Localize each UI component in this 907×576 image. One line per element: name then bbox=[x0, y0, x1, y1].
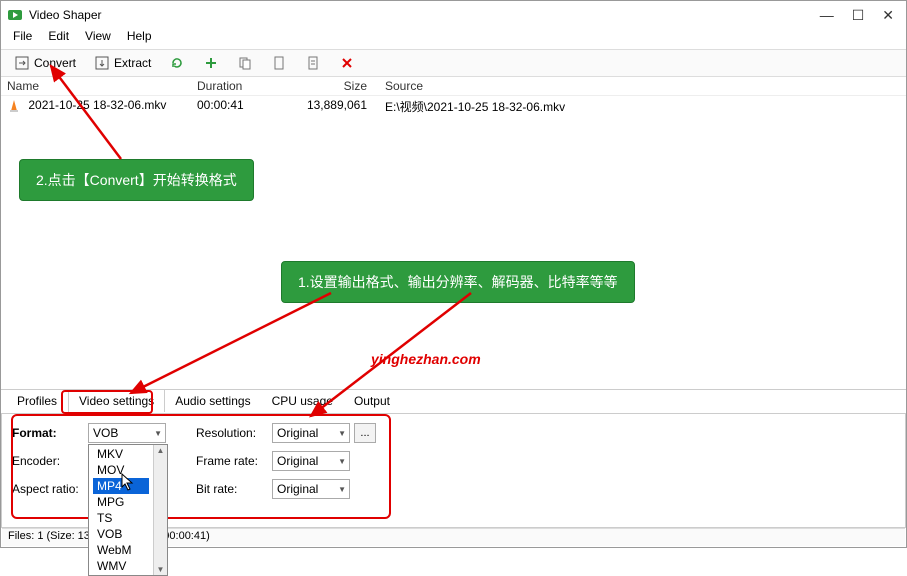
menu-view[interactable]: View bbox=[79, 29, 117, 49]
extract-button[interactable]: Extract bbox=[87, 52, 158, 74]
option-mkv[interactable]: MKV bbox=[93, 446, 149, 462]
chevron-down-icon: ▼ bbox=[338, 485, 346, 494]
app-title: Video Shaper bbox=[29, 8, 820, 22]
option-ts[interactable]: TS bbox=[93, 510, 149, 526]
convert-icon bbox=[14, 55, 30, 71]
maximize-button[interactable]: ☐ bbox=[852, 7, 865, 24]
watermark: yinghezhan.com bbox=[371, 351, 481, 367]
file-duration: 00:00:41 bbox=[197, 98, 297, 115]
doc1-button[interactable] bbox=[264, 52, 294, 74]
window-controls: — ☐ ✕ bbox=[820, 7, 900, 24]
frame-select[interactable]: Original ▼ bbox=[272, 451, 350, 471]
resolution-more-button[interactable]: ... bbox=[354, 423, 376, 443]
tab-audio-settings[interactable]: Audio settings bbox=[165, 390, 261, 413]
menubar: File Edit View Help bbox=[1, 29, 906, 49]
chevron-down-icon: ▼ bbox=[338, 429, 346, 438]
annotation-badge-2: 2.点击【Convert】开始转换格式 bbox=[19, 159, 254, 201]
close-button[interactable]: ✕ bbox=[882, 7, 894, 24]
col-size[interactable]: Size bbox=[297, 79, 377, 93]
mouse-cursor-icon bbox=[121, 473, 135, 491]
col-duration[interactable]: Duration bbox=[197, 79, 297, 93]
file-row[interactable]: 2021-10-25 18-32-06.mkv 00:00:41 13,889,… bbox=[1, 96, 906, 117]
menu-edit[interactable]: Edit bbox=[42, 29, 75, 49]
doc2-icon bbox=[305, 55, 321, 71]
settings-tabs: Profiles Video settings Audio settings C… bbox=[1, 389, 906, 413]
app-icon bbox=[7, 7, 23, 23]
encoder-label: Encoder: bbox=[12, 454, 84, 468]
tab-profiles[interactable]: Profiles bbox=[7, 390, 68, 413]
option-webm[interactable]: WebM bbox=[93, 542, 149, 558]
video-settings-panel: Format: VOB ▼ MKV MOV MP4 MPG TS VOB Web… bbox=[1, 413, 906, 528]
file-list: Name Duration Size Source 2021-10-25 18-… bbox=[1, 77, 906, 389]
copy-icon bbox=[237, 55, 253, 71]
copy-button[interactable] bbox=[230, 52, 260, 74]
minimize-button[interactable]: — bbox=[820, 7, 834, 24]
file-size: 13,889,061 bbox=[297, 98, 377, 115]
resolution-select[interactable]: Original ▼ bbox=[272, 423, 350, 443]
x-icon bbox=[339, 55, 355, 71]
chevron-down-icon: ▼ bbox=[154, 429, 162, 438]
annotation-badge-1: 1.设置输出格式、输出分辨率、解码器、比特率等等 bbox=[281, 261, 635, 303]
extract-icon bbox=[94, 55, 110, 71]
add-button[interactable] bbox=[196, 52, 226, 74]
frame-label: Frame rate: bbox=[196, 454, 268, 468]
col-name[interactable]: Name bbox=[7, 79, 197, 93]
option-mpg[interactable]: MPG bbox=[93, 494, 149, 510]
format-select[interactable]: VOB ▼ MKV MOV MP4 MPG TS VOB WebM WMV bbox=[88, 423, 166, 443]
file-source: E:\视频\2021-10-25 18-32-06.mkv bbox=[377, 98, 900, 115]
file-header: Name Duration Size Source bbox=[1, 77, 906, 96]
doc-icon bbox=[271, 55, 287, 71]
tab-video-settings[interactable]: Video settings bbox=[68, 389, 165, 412]
aspect-label: Aspect ratio: bbox=[12, 482, 84, 496]
option-vob[interactable]: VOB bbox=[93, 526, 149, 542]
plus-icon bbox=[203, 55, 219, 71]
menu-help[interactable]: Help bbox=[121, 29, 158, 49]
titlebar: Video Shaper — ☐ ✕ bbox=[1, 1, 906, 29]
toolbar: Convert Extract bbox=[1, 49, 906, 77]
format-label: Format: bbox=[12, 426, 84, 440]
tab-output[interactable]: Output bbox=[344, 390, 401, 413]
vlc-icon bbox=[7, 99, 21, 113]
format-dropdown: MKV MOV MP4 MPG TS VOB WebM WMV ▲▼ bbox=[88, 444, 168, 576]
bitrate-label: Bit rate: bbox=[196, 482, 268, 496]
refresh-icon bbox=[169, 55, 185, 71]
app-window: Video Shaper — ☐ ✕ File Edit View Help C… bbox=[0, 0, 907, 548]
tab-cpu-usage[interactable]: CPU usage bbox=[262, 390, 344, 413]
resolution-label: Resolution: bbox=[196, 426, 268, 440]
doc2-button[interactable] bbox=[298, 52, 328, 74]
col-source[interactable]: Source bbox=[377, 79, 900, 93]
chevron-down-icon: ▼ bbox=[338, 457, 346, 466]
bitrate-select[interactable]: Original ▼ bbox=[272, 479, 350, 499]
option-wmv[interactable]: WMV bbox=[93, 558, 149, 574]
dropdown-scrollbar[interactable]: ▲▼ bbox=[153, 445, 167, 575]
menu-file[interactable]: File bbox=[7, 29, 38, 49]
convert-button[interactable]: Convert bbox=[7, 52, 83, 74]
file-name: 2021-10-25 18-32-06.mkv bbox=[28, 98, 166, 112]
refresh-button[interactable] bbox=[162, 52, 192, 74]
delete-button[interactable] bbox=[332, 52, 362, 74]
